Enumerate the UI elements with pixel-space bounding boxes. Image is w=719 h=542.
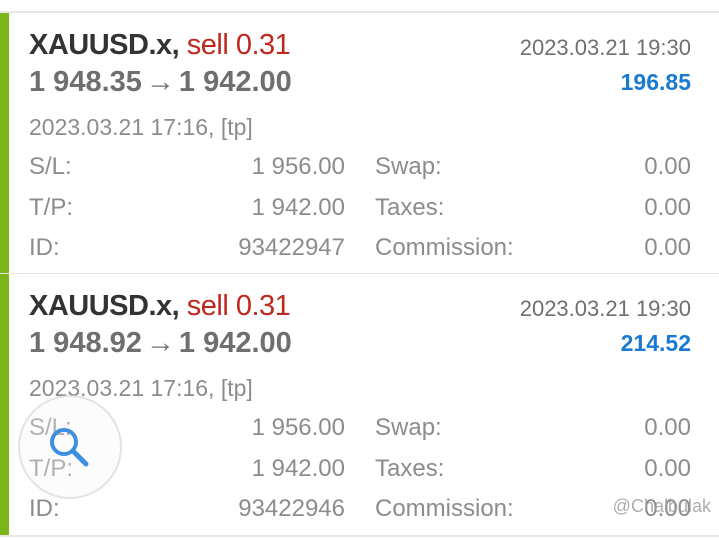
commission-label: Commission:	[375, 234, 514, 261]
close-price: 1 942.00	[178, 66, 292, 98]
id-label: ID:	[29, 495, 60, 522]
trade-card[interactable]: XAUUSD.x, sell 0.31 2023.03.21 19:30 1 9…	[0, 13, 719, 275]
sl-value: 1 956.00	[251, 153, 345, 180]
sl-value: 1 956.00	[251, 414, 345, 441]
arrow-icon: →	[145, 66, 175, 98]
trade-card[interactable]: XAUUSD.x, sell 0.31 2023.03.21 19:30 1 9…	[0, 274, 719, 536]
bottom-divider	[0, 535, 719, 537]
swap-value: 0.00	[644, 153, 691, 180]
close-time: 2023.03.21 19:30	[519, 35, 691, 60]
symbol: XAUUSD.x,	[29, 29, 180, 61]
taxes-value: 0.00	[644, 455, 691, 482]
arrow-icon: →	[145, 327, 175, 359]
trade-side: sell 0.31	[186, 290, 291, 322]
taxes-value: 0.00	[644, 194, 691, 221]
tp-value: 1 942.00	[251, 194, 345, 221]
trade-side: sell 0.31	[186, 29, 291, 61]
profit-value: 214.52	[620, 330, 691, 356]
swap-label: Swap:	[375, 153, 442, 180]
id-value: 93422947	[238, 234, 345, 261]
trade-title: XAUUSD.x, sell 0.31	[29, 29, 291, 62]
taxes-label: Taxes:	[375, 194, 445, 221]
tp-label: T/P:	[29, 194, 74, 221]
swap-label: Swap:	[375, 414, 442, 441]
tp-value: 1 942.00	[251, 455, 345, 482]
magnifier-icon[interactable]	[47, 425, 91, 469]
commission-value: 0.00	[644, 234, 691, 261]
swap-value: 0.00	[644, 414, 691, 441]
close-price: 1 942.00	[178, 327, 292, 359]
profit-accent-bar	[0, 274, 9, 536]
commission-label: Commission:	[375, 495, 514, 522]
price-line: 1 948.35 → 1 942.00	[29, 66, 292, 99]
price-line: 1 948.92 → 1 942.00	[29, 327, 292, 360]
profit-value: 196.85	[620, 69, 691, 95]
profit-accent-bar	[0, 13, 9, 275]
open-price: 1 948.92	[29, 327, 142, 359]
sl-label: S/L:	[29, 153, 72, 180]
symbol: XAUUSD.x,	[29, 290, 180, 322]
open-price: 1 948.35	[29, 66, 142, 98]
taxes-label: Taxes:	[375, 455, 445, 482]
trade-title: XAUUSD.x, sell 0.31	[29, 290, 291, 323]
id-label: ID:	[29, 234, 60, 261]
close-time: 2023.03.21 19:30	[519, 296, 691, 321]
id-value: 93422946	[238, 495, 345, 522]
open-time-info: 2023.03.21 17:16, [tp]	[29, 114, 253, 140]
watermark: @Chalbulak	[612, 496, 711, 516]
